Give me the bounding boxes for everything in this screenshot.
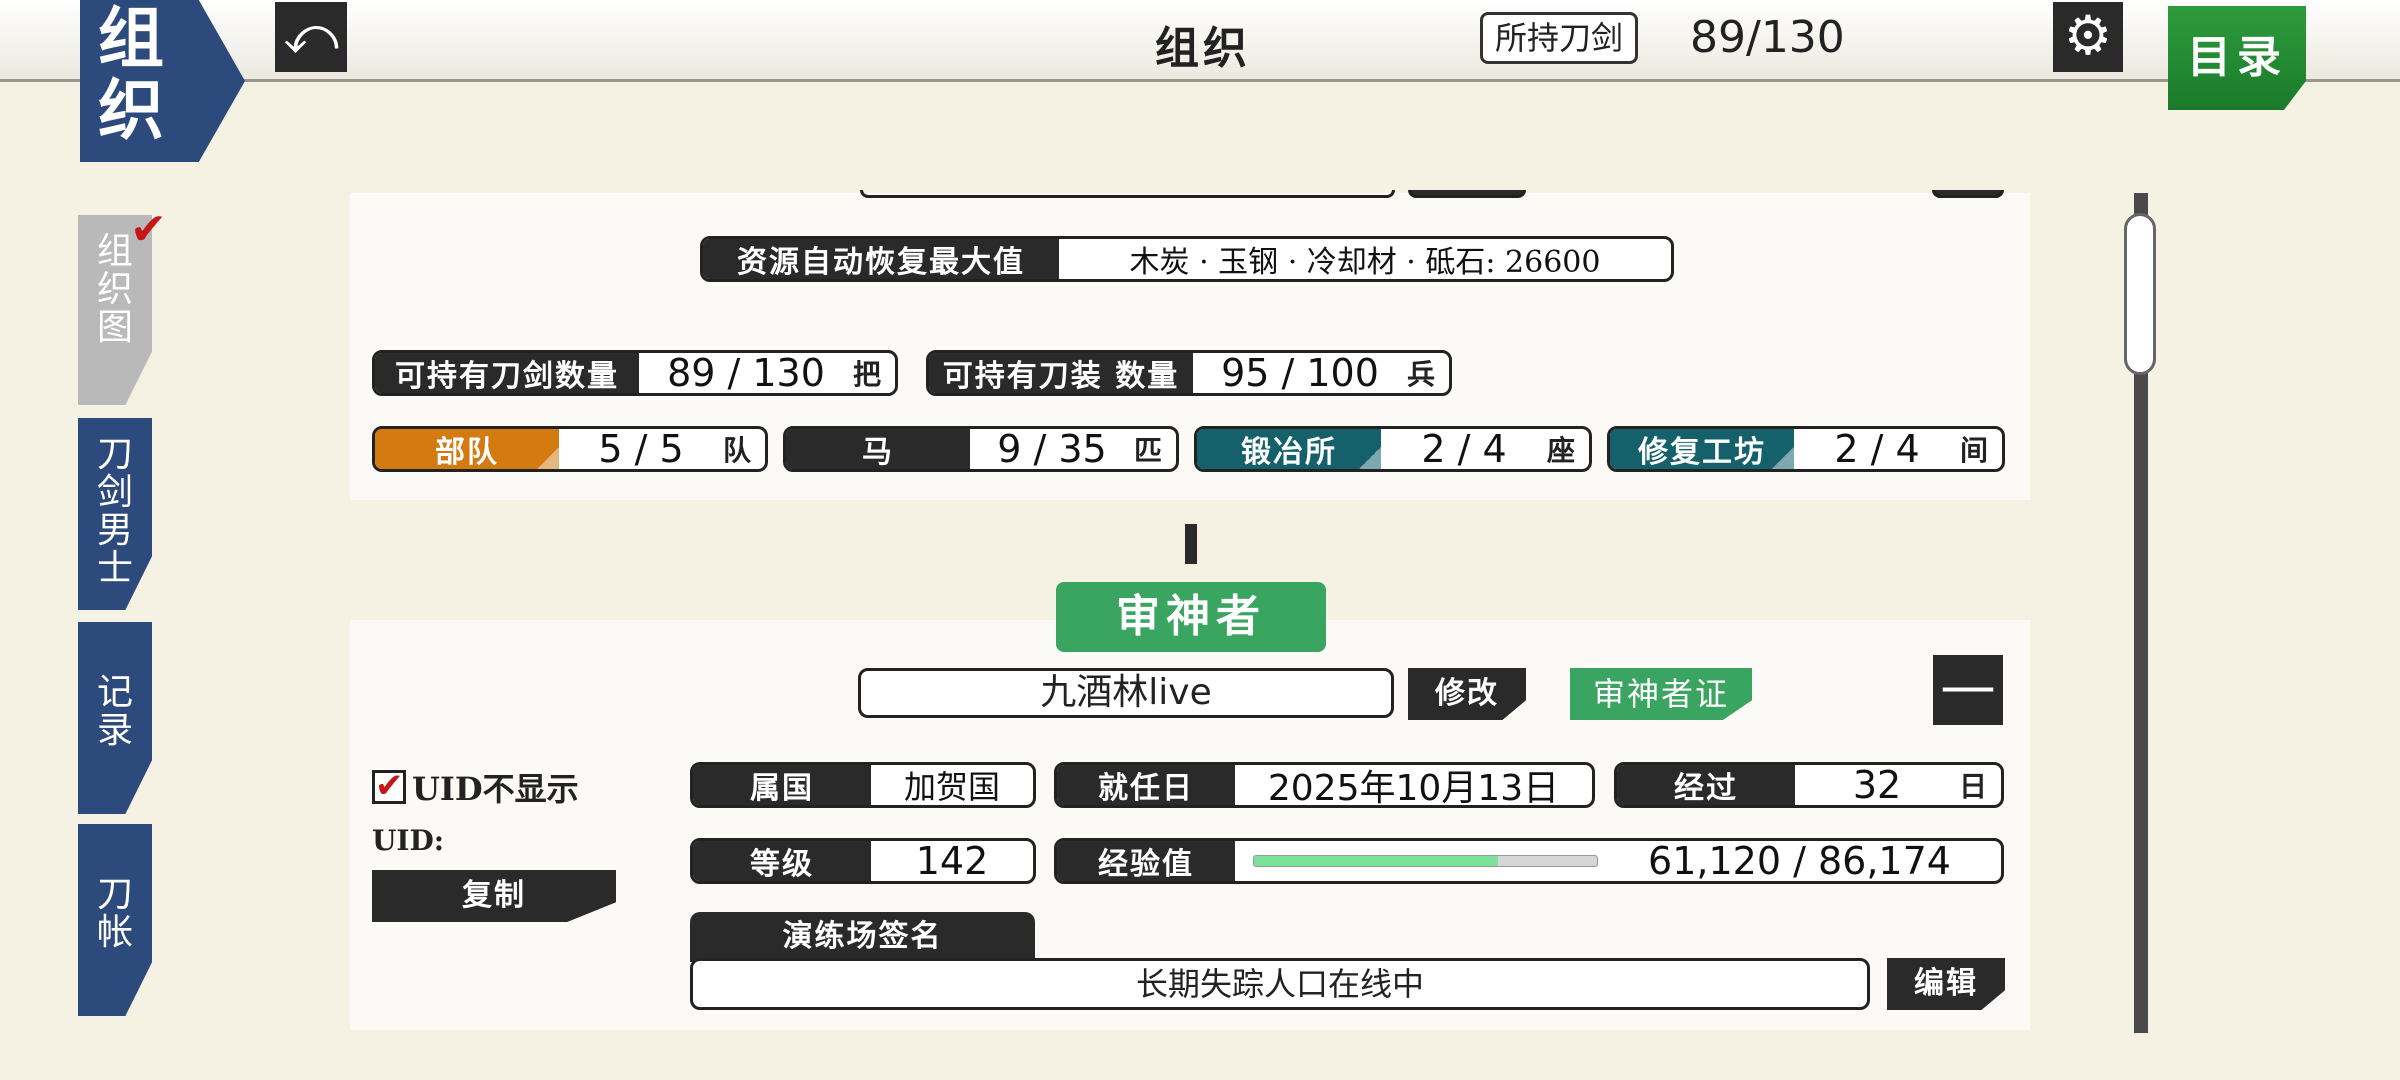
repair-stat-value: 2 / 4 (1834, 427, 1920, 471)
hide-uid-checkbox[interactable]: ✔ UID不显示 (372, 764, 579, 810)
level-label: 等级 (693, 841, 871, 881)
level-pill: 等级 142 (690, 838, 1036, 884)
edit-signature-button[interactable]: 编辑 (1887, 958, 2005, 1010)
checkmark-icon: ✔ (130, 204, 167, 255)
horse-stat-unit: 匹 (1133, 434, 1162, 467)
menu-button[interactable]: 目录 (2168, 6, 2306, 110)
elapsed-unit: 日 (1958, 770, 1987, 803)
unit-stat-pill: 部队 5 / 5 队 (372, 426, 768, 472)
resource-max-label: 资源自动恢复最大值 (703, 239, 1059, 279)
tab-label-char: 刀 (96, 874, 133, 915)
signature-tab: 演练场签名 (690, 912, 1035, 962)
tab-label-char: 录 (96, 710, 133, 751)
sword-capacity-unit: 把 (852, 358, 881, 391)
tab-sword-boys[interactable]: 刀 剑 男 士 (78, 418, 152, 610)
uid-label: UID: (372, 824, 445, 857)
horse-stat-pill: 马 9 / 35 匹 (783, 426, 1179, 472)
exp-progress-fill (1254, 856, 1498, 866)
province-value: 加贺国 (903, 768, 1000, 806)
cut-off-button (1408, 190, 1526, 198)
unit-stat-unit: 队 (722, 434, 751, 467)
equipment-capacity-pill: 可持有刀装 数量 95 / 100 兵 (926, 350, 1452, 396)
exp-pill: 经验值 61,120 / 86,174 (1054, 838, 2004, 884)
repair-stat-pill: 修复工坊 2 / 4 间 (1607, 426, 2005, 472)
saniwa-card-button[interactable]: 审神者证 (1570, 668, 1752, 720)
tab-label-char: 织 (96, 269, 133, 310)
tab-records[interactable]: 记 录 (78, 622, 152, 814)
page-title: 组织 (1155, 23, 1251, 74)
resource-max-pill: 资源自动恢复最大值 木炭 · 玉钢 · 冷却材 · 砥石: 26600 (700, 236, 1674, 282)
forge-stat-label: 锻冶所 (1197, 429, 1381, 469)
settings-button[interactable]: ⚙ (2053, 2, 2123, 72)
back-button[interactable]: ⤺ (275, 2, 347, 72)
swords-owned-count: 89/130 (1690, 12, 1845, 63)
swords-owned-label: 所持刀剑 (1480, 12, 1639, 64)
unit-stat-label: 部队 (375, 429, 559, 469)
province-label: 属国 (693, 765, 871, 805)
elapsed-label: 经过 (1617, 765, 1795, 805)
cut-off-field (860, 190, 1395, 198)
start-date-label: 就任日 (1057, 765, 1235, 805)
exp-value: 61,120 / 86,174 (1648, 839, 1951, 883)
exp-content: 61,120 / 86,174 (1235, 841, 2001, 881)
saniwa-header: 审神者 (1056, 582, 1326, 652)
equipment-capacity-value: 95 / 100 (1221, 351, 1379, 395)
edit-name-button[interactable]: 修改 (1408, 668, 1526, 720)
resource-max-value: 木炭 · 玉钢 · 冷却材 · 砥石: 26600 (1129, 245, 1601, 280)
signature-field: 长期失踪人口在线中 (690, 958, 1870, 1010)
elapsed-value: 32 (1852, 763, 1902, 807)
hide-uid-label: UID不显示 (412, 770, 579, 808)
forge-stat-pill: 锻冶所 2 / 4 座 (1194, 426, 1592, 472)
forge-stat-value: 2 / 4 (1421, 427, 1507, 471)
horse-stat-label: 马 (786, 429, 970, 469)
repair-stat-label: 修复工坊 (1610, 429, 1794, 469)
sword-capacity-label: 可持有刀剑数量 (375, 353, 639, 393)
start-date-value: 2025年10月13日 (1267, 768, 1560, 808)
scrollbar-thumb[interactable] (2124, 213, 2156, 375)
tab-label-char: 男 (96, 510, 133, 551)
cut-off-button (1932, 190, 2004, 198)
horse-stat-value: 9 / 35 (997, 427, 1107, 471)
section-badge-char: 织 (98, 71, 166, 149)
tab-label-char: 剑 (96, 472, 133, 513)
equipment-capacity-unit: 兵 (1406, 358, 1435, 391)
sword-capacity-pill: 可持有刀剑数量 89 / 130 把 (372, 350, 898, 396)
repair-stat-unit: 间 (1959, 434, 1988, 467)
tab-label-char: 记 (96, 672, 133, 713)
copy-uid-button[interactable]: 复制 (372, 870, 616, 922)
level-value: 142 (915, 839, 989, 883)
saniwa-name-field: 九酒林live (858, 668, 1394, 718)
tab-sword-ledger[interactable]: 刀 帐 (78, 824, 152, 1016)
tab-label-char: 帐 (96, 912, 133, 953)
tab-label-char: 刀 (96, 434, 133, 475)
gear-icon: ⚙ (2063, 4, 2113, 67)
start-date-pill: 就任日 2025年10月13日 (1054, 762, 1595, 808)
tab-label-char: 士 (96, 548, 133, 589)
back-arrow-icon: ⤺ (283, 6, 339, 66)
unit-stat-value: 5 / 5 (598, 427, 684, 471)
exp-progress-bar (1253, 855, 1598, 867)
tab-label-char: 图 (96, 307, 133, 348)
exp-label: 经验值 (1057, 841, 1235, 881)
collapse-button[interactable]: — (1933, 655, 2003, 725)
elapsed-pill: 经过 32 日 (1614, 762, 2004, 808)
connector-line (1185, 524, 1197, 564)
forge-stat-unit: 座 (1546, 434, 1575, 467)
province-pill: 属国 加贺国 (690, 762, 1036, 808)
sword-capacity-value: 89 / 130 (667, 351, 825, 395)
checkmark-icon: ✔ (372, 769, 406, 804)
equipment-capacity-label: 可持有刀装 数量 (929, 353, 1193, 393)
